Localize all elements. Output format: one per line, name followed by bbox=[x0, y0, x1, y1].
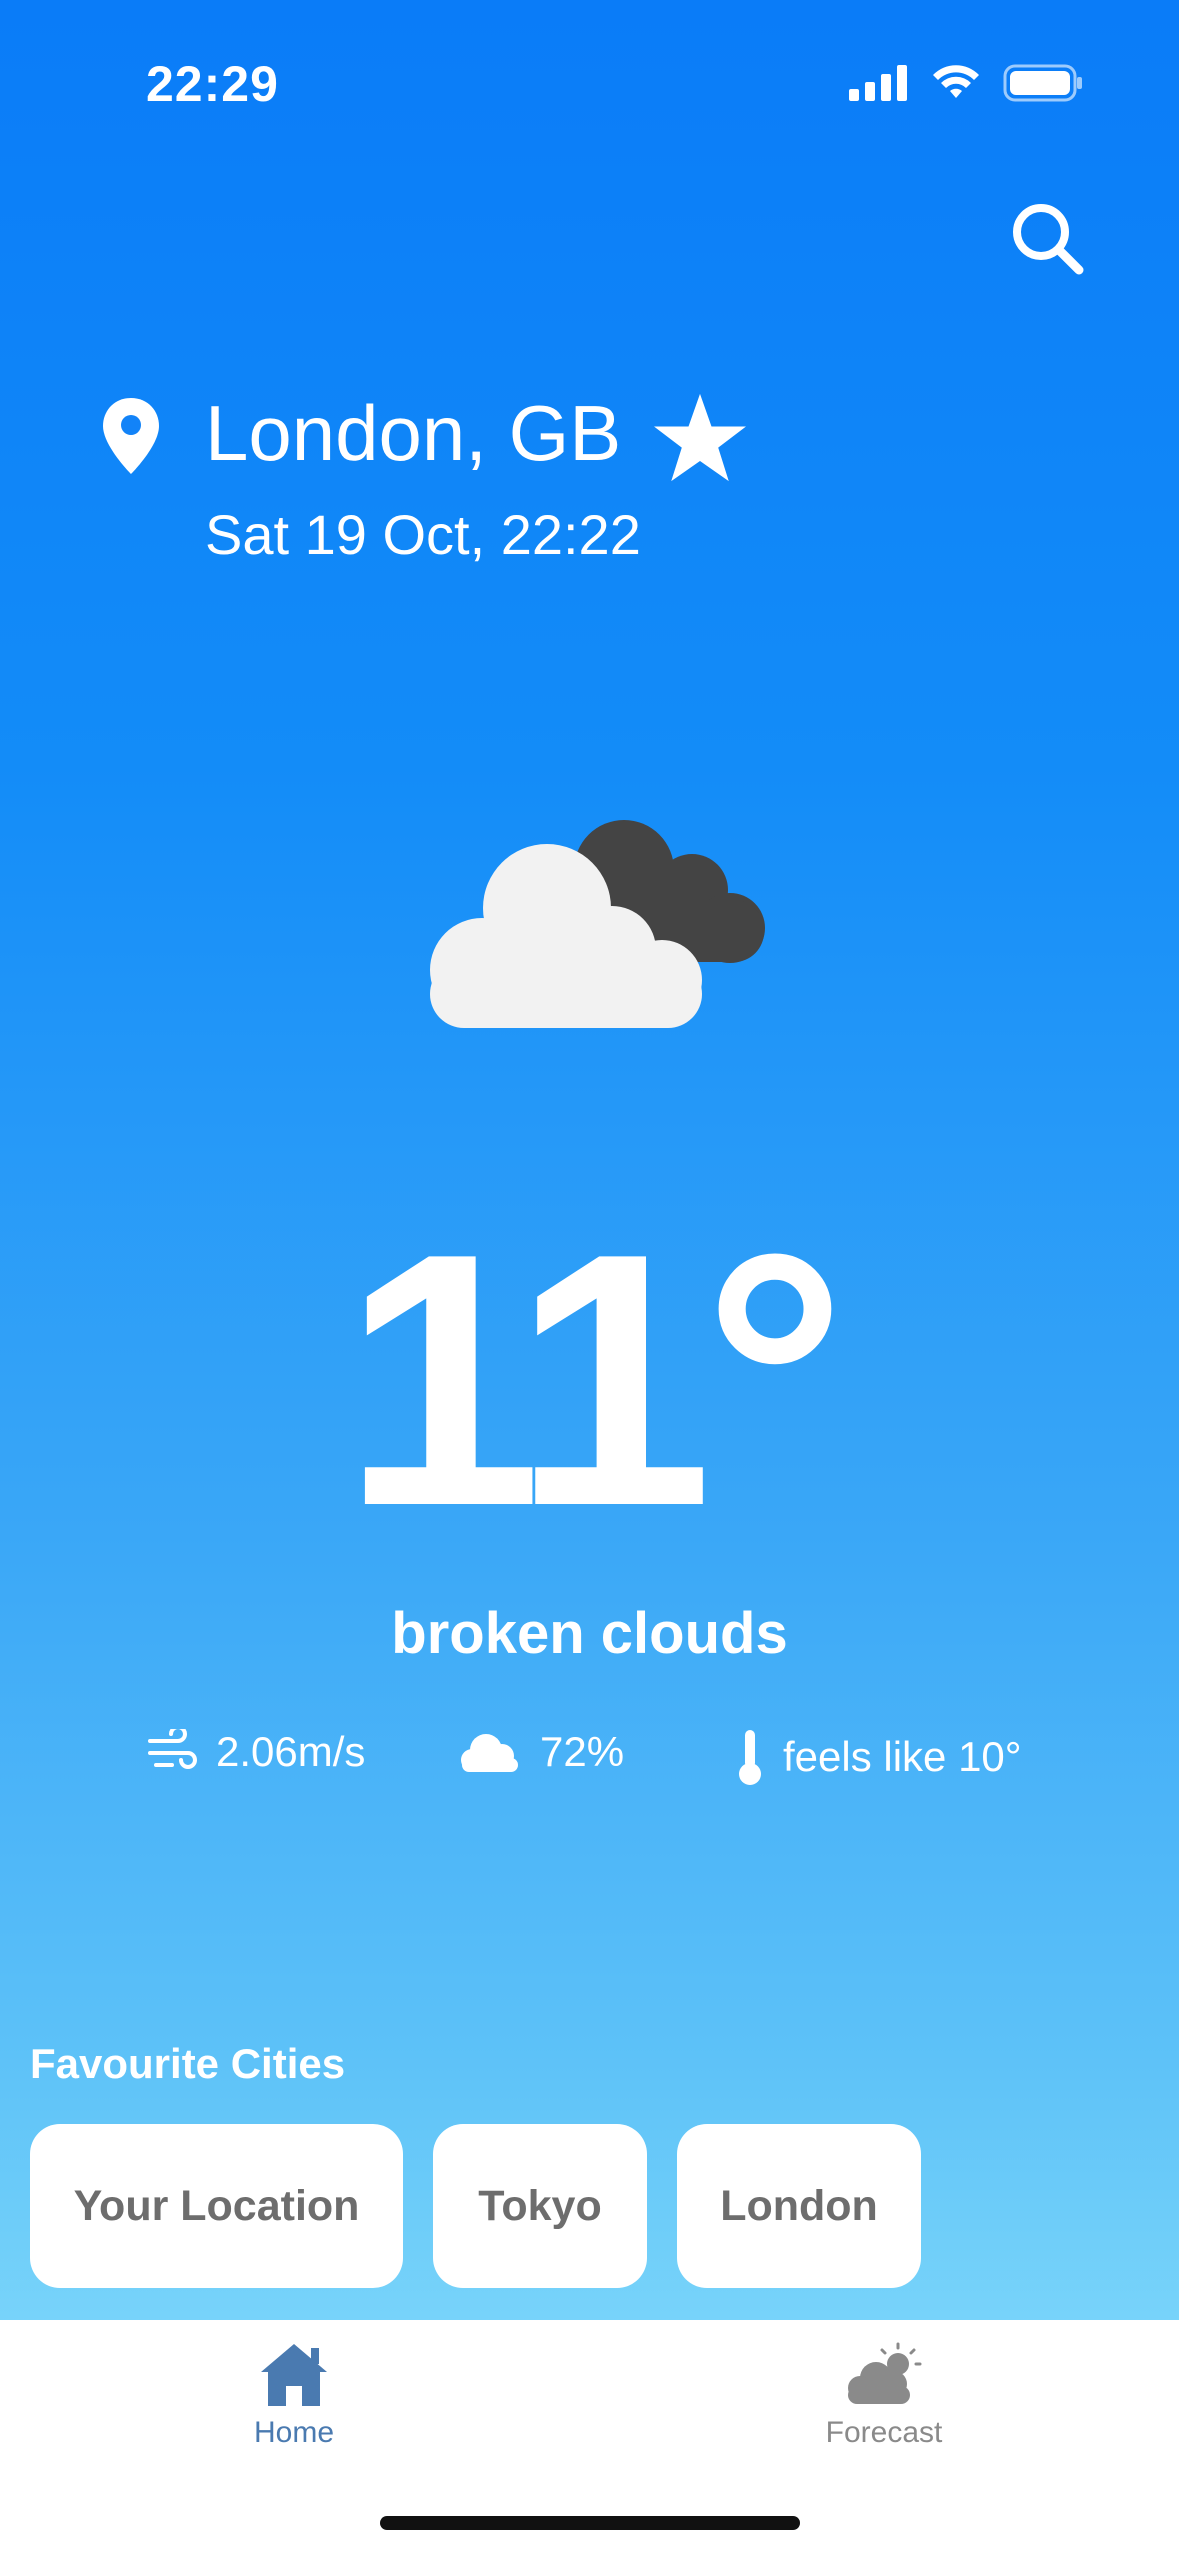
home-indicator bbox=[380, 2516, 800, 2530]
status-time: 22:29 bbox=[146, 56, 279, 112]
favourite-city-london[interactable]: London bbox=[677, 2124, 921, 2288]
tab-forecast-label: Forecast bbox=[825, 2416, 943, 2449]
feels-like-value: feels like 10° bbox=[783, 1733, 1022, 1780]
temperature: 11° bbox=[342, 1179, 847, 1581]
status-icons bbox=[849, 64, 1083, 102]
cloudiness-stat: 72% bbox=[458, 1728, 624, 1776]
favourite-star-icon[interactable] bbox=[652, 392, 748, 484]
tab-forecast[interactable]: Forecast bbox=[754, 2340, 1014, 2450]
feels-like-stat: feels like 10° bbox=[735, 1728, 1022, 1786]
cloud-icon bbox=[461, 1734, 518, 1772]
favourite-city-tokyo[interactable]: Tokyo bbox=[433, 2124, 647, 2288]
battery-icon bbox=[1003, 64, 1082, 102]
wind-speed: 2.06m/s bbox=[216, 1728, 366, 1775]
wifi-icon bbox=[933, 65, 979, 98]
wind-icon bbox=[148, 1729, 197, 1769]
city-name: London, GB bbox=[205, 389, 622, 477]
location-pin-icon bbox=[103, 398, 159, 474]
weather-description: broken clouds bbox=[391, 1601, 788, 1666]
broken-clouds-icon bbox=[430, 820, 765, 1028]
wind-stat: 2.06m/s bbox=[146, 1728, 365, 1776]
date-time: Sat 19 Oct, 22:22 bbox=[205, 503, 641, 566]
search-icon[interactable] bbox=[1007, 198, 1087, 278]
cloud-sun-icon bbox=[848, 2342, 922, 2404]
cloudiness-value: 72% bbox=[540, 1728, 625, 1775]
tab-home-label: Home bbox=[253, 2416, 335, 2449]
house-icon bbox=[261, 2344, 327, 2406]
thermometer-icon bbox=[739, 1730, 761, 1785]
tab-home[interactable]: Home bbox=[164, 2340, 424, 2450]
favourite-city-your-location[interactable]: Your Location bbox=[30, 2124, 403, 2288]
signal-icon bbox=[849, 65, 907, 101]
favourite-cities-title: Favourite Cities bbox=[30, 2040, 346, 2087]
